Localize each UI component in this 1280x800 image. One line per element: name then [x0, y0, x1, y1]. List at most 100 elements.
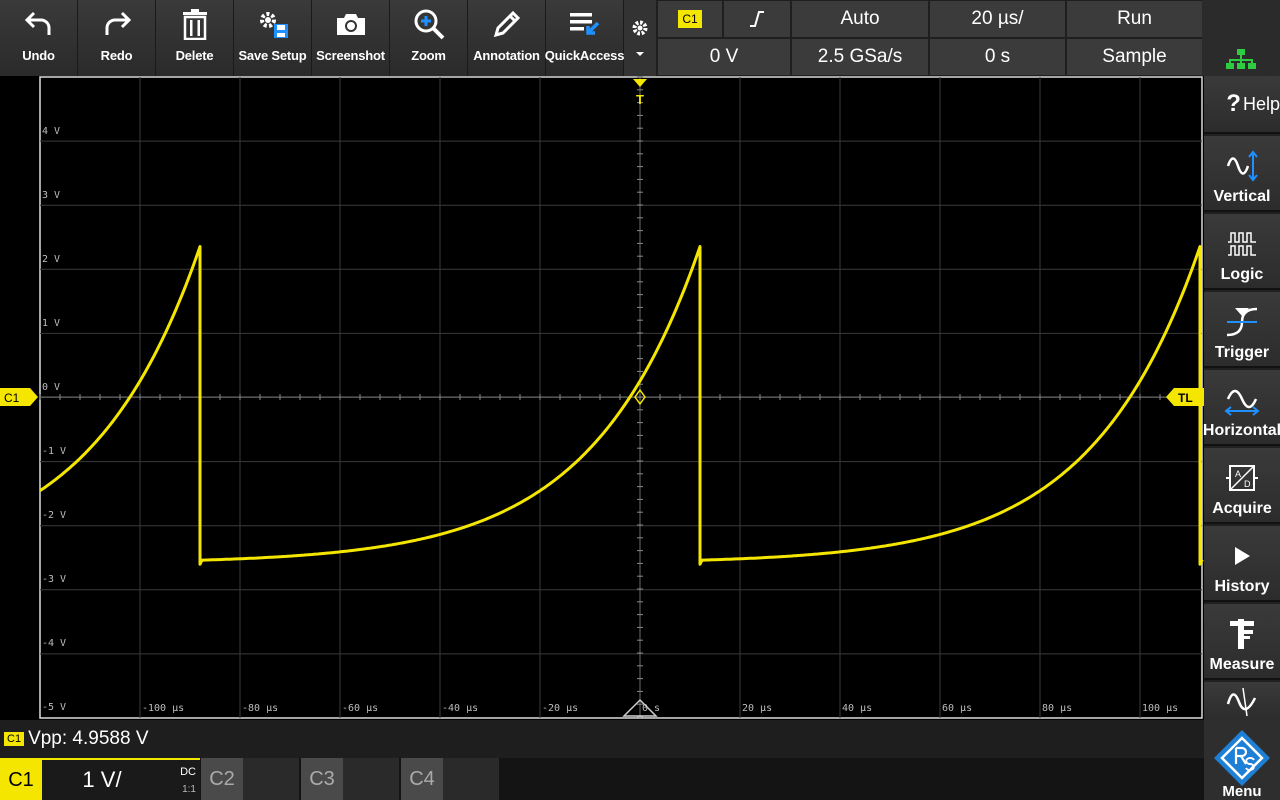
- y-label: -1 V: [42, 446, 66, 457]
- redo-button[interactable]: Redo: [78, 0, 156, 76]
- save-setup-button[interactable]: Save Setup: [234, 0, 312, 76]
- undo-label: Undo: [22, 48, 55, 63]
- quick-access-button[interactable]: QuickAccess: [544, 0, 625, 76]
- save-setup-label: Save Setup: [238, 48, 307, 63]
- channel2-label: C2: [201, 758, 243, 800]
- toolbar: Undo Redo Delete Save Setup Screenshot Z…: [0, 0, 624, 76]
- x-label: -80 µs: [242, 703, 278, 714]
- trigger-level-cell[interactable]: 0 V: [658, 39, 790, 75]
- logic-button[interactable]: Logic: [1204, 214, 1280, 290]
- waveform-display[interactable]: 4 V 3 V 2 V 1 V 0 V -1 V -2 V -3 V -4 V …: [0, 76, 1204, 720]
- vertical-label: Vertical: [1213, 188, 1271, 205]
- x-label: 20 µs: [742, 703, 772, 714]
- zoom-label: Zoom: [411, 48, 446, 63]
- y-label: 4 V: [42, 126, 60, 137]
- time-scale-cell[interactable]: 20 µs/: [930, 1, 1065, 37]
- channel2-button[interactable]: C2: [201, 758, 299, 800]
- svg-text:A: A: [1235, 469, 1241, 479]
- waveform-tool-button[interactable]: [1204, 682, 1280, 722]
- run-state-cell[interactable]: Run: [1067, 1, 1202, 37]
- screenshot-button[interactable]: Screenshot: [312, 0, 390, 76]
- measure-button[interactable]: Measure: [1204, 604, 1280, 680]
- history-button[interactable]: History: [1204, 526, 1280, 602]
- save-setup-icon: [259, 12, 288, 38]
- x-label: -60 µs: [342, 703, 378, 714]
- y-label: 0 V: [42, 382, 60, 393]
- y-label: -2 V: [42, 510, 66, 521]
- undo-button[interactable]: Undo: [0, 0, 78, 76]
- logic-icon: [1228, 232, 1256, 256]
- svg-text:D: D: [1244, 479, 1251, 489]
- measure-label: Measure: [1209, 656, 1275, 673]
- zoom-icon: [414, 9, 444, 40]
- logic-label: Logic: [1220, 266, 1264, 283]
- x-label: 80 µs: [1042, 703, 1072, 714]
- x-label: 40 µs: [842, 703, 872, 714]
- trigger-button[interactable]: Trigger: [1204, 292, 1280, 368]
- menu-button[interactable]: Menu: [1204, 720, 1280, 800]
- trigger-label: Trigger: [1214, 344, 1270, 361]
- sample-rate-cell[interactable]: 2.5 GSa/s: [792, 39, 928, 75]
- status-panel: C1 Auto 20 µs/ Run 0 V 2.5 GSa/s 0 s Sam…: [656, 0, 1202, 76]
- trigger-slope-cell[interactable]: [724, 1, 790, 37]
- y-label: 1 V: [42, 318, 60, 329]
- vertical-icon: [1226, 150, 1258, 182]
- x-label: -20 µs: [542, 703, 578, 714]
- help-icon: ?: [1226, 90, 1241, 117]
- help-label: Help: [1242, 93, 1280, 114]
- y-label: -5 V: [42, 702, 66, 713]
- x-label: -100 µs: [142, 703, 184, 714]
- horizontal-icon: [1224, 389, 1260, 416]
- rs-logo-icon: [1214, 730, 1270, 786]
- x-label: 60 µs: [942, 703, 972, 714]
- trigger-position-label: T: [636, 92, 644, 107]
- pencil-icon: [493, 10, 520, 38]
- quick-access-icon: [569, 13, 599, 35]
- menu-label: Menu: [1222, 783, 1262, 800]
- y-label: -3 V: [42, 574, 66, 585]
- acquire-button[interactable]: AD Acquire: [1204, 448, 1280, 524]
- delete-button[interactable]: Delete: [156, 0, 234, 76]
- channel1-label: C1: [0, 760, 42, 800]
- waveform-icon: [1226, 687, 1257, 717]
- trigger-source-badge: C1: [678, 10, 702, 28]
- network-icon: [1226, 49, 1256, 69]
- channel4-label: C4: [401, 758, 443, 800]
- help-button[interactable]: ? Help: [1204, 76, 1280, 134]
- x-label: -40 µs: [442, 703, 478, 714]
- network-status[interactable]: [1202, 0, 1280, 76]
- redo-icon: [105, 11, 131, 35]
- redo-label: Redo: [100, 48, 133, 63]
- channel1-offset-label: C1: [4, 391, 20, 405]
- zoom-button[interactable]: Zoom: [390, 0, 468, 76]
- trigger-source-cell[interactable]: C1: [658, 1, 722, 37]
- channel1-button[interactable]: C1 1 V/ DC 1:1: [0, 758, 200, 800]
- channel-bar: C1 1 V/ DC 1:1 C2 C3 C4: [0, 758, 1204, 800]
- measurement-bar[interactable]: C1 Vpp: 4.9588 V: [0, 720, 1204, 758]
- x-label: 100 µs: [1142, 703, 1178, 714]
- channel1-scale: 1 V/: [82, 767, 122, 792]
- acquisition-mode-cell[interactable]: Sample: [1067, 39, 1202, 75]
- trigger-level-marker[interactable]: TL: [1166, 388, 1204, 406]
- side-menu: ? Help Vertical Logic Trigger Horizontal…: [1203, 76, 1280, 800]
- toolbar-settings-button[interactable]: [624, 0, 656, 76]
- channel1-settings: DC 1:1: [162, 766, 196, 795]
- measurement-channel-badge: C1: [4, 732, 25, 746]
- channel1-offset-marker[interactable]: C1: [0, 388, 38, 406]
- camera-icon: [336, 14, 365, 35]
- annotation-button[interactable]: Annotation: [468, 0, 546, 76]
- y-label: 3 V: [42, 190, 60, 201]
- time-offset-cell[interactable]: 0 s: [930, 39, 1065, 75]
- trigger-mode-cell[interactable]: Auto: [792, 1, 928, 37]
- chevron-down-icon: [636, 52, 644, 56]
- delete-label: Delete: [175, 48, 214, 63]
- vertical-button[interactable]: Vertical: [1204, 136, 1280, 212]
- quick-access-label: QuickAccess: [544, 48, 625, 63]
- channel4-button[interactable]: C4: [401, 758, 499, 800]
- channel3-button[interactable]: C3: [301, 758, 399, 800]
- horizontal-button[interactable]: Horizontal: [1203, 370, 1280, 446]
- history-label: History: [1214, 578, 1270, 595]
- play-icon: [1235, 547, 1250, 565]
- annotation-label: Annotation: [473, 48, 540, 63]
- measurement-result: Vpp: 4.9588 V: [28, 728, 149, 749]
